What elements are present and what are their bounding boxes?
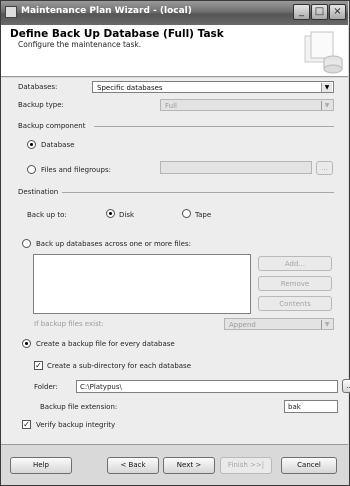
files-filegroups-field[interactable] bbox=[160, 161, 312, 174]
maximize-button[interactable]: □ bbox=[311, 4, 328, 20]
next-button[interactable]: Next > bbox=[163, 457, 215, 474]
databases-dropdown[interactable]: Specific databases ▼ bbox=[92, 81, 334, 93]
app-icon bbox=[5, 6, 17, 18]
if-files-exist-label: If backup files exist: bbox=[34, 320, 104, 328]
contents-button[interactable]: Contents bbox=[258, 296, 332, 311]
window-title: Maintenance Plan Wizard - (local) bbox=[21, 6, 192, 16]
per-database-file-label: Create a backup file for every database bbox=[36, 340, 175, 348]
section-divider bbox=[94, 126, 334, 127]
files-filegroups-radio[interactable] bbox=[27, 165, 36, 174]
backup-type-value: Full bbox=[165, 102, 177, 110]
verify-integrity-label: Verify backup integrity bbox=[36, 421, 116, 429]
minimize-button[interactable]: _ bbox=[293, 4, 310, 20]
per-database-file-radio[interactable] bbox=[22, 339, 31, 348]
database-radio[interactable] bbox=[27, 140, 36, 149]
across-files-radio[interactable] bbox=[22, 239, 31, 248]
subdirectory-checkbox[interactable]: ✓ bbox=[34, 361, 43, 370]
files-filegroups-label: Files and filegroups: bbox=[41, 166, 111, 174]
tape-radio[interactable] bbox=[182, 209, 191, 218]
section-divider bbox=[62, 192, 334, 193]
disk-radio-label: Disk bbox=[119, 211, 135, 219]
destination-heading: Destination bbox=[18, 188, 59, 196]
tape-radio-label: Tape bbox=[195, 211, 212, 219]
page-subtitle: Configure the maintenance task. bbox=[18, 40, 142, 49]
if-files-exist-value: Append bbox=[229, 321, 256, 329]
backup-files-list[interactable] bbox=[33, 254, 251, 314]
chevron-down-icon: ▼ bbox=[321, 101, 332, 110]
remove-button[interactable]: Remove bbox=[258, 276, 332, 291]
folder-value: C:\Platypus\ bbox=[80, 383, 122, 391]
databases-label: Databases: bbox=[18, 83, 58, 91]
add-button[interactable]: Add... bbox=[258, 256, 332, 271]
backup-database-icon bbox=[304, 31, 343, 74]
verify-integrity-checkbox[interactable]: ✓ bbox=[22, 420, 31, 429]
back-up-to-label: Back up to: bbox=[27, 211, 67, 219]
backup-type-dropdown[interactable]: Full ▼ bbox=[160, 99, 334, 111]
backup-type-label: Backup type: bbox=[18, 101, 64, 109]
backup-extension-field[interactable]: bak bbox=[284, 400, 338, 413]
chevron-down-icon: ▼ bbox=[321, 320, 332, 329]
folder-browse-button[interactable]: ... bbox=[342, 379, 350, 393]
finish-button[interactable]: Finish >>| bbox=[220, 457, 272, 474]
chevron-down-icon: ▼ bbox=[321, 83, 332, 92]
disk-radio[interactable] bbox=[106, 209, 115, 218]
if-files-exist-dropdown[interactable]: Append ▼ bbox=[224, 318, 334, 330]
files-browse-button[interactable]: ... bbox=[316, 161, 333, 175]
folder-field[interactable]: C:\Platypus\ bbox=[76, 380, 338, 393]
page-title: Define Back Up Database (Full) Task bbox=[10, 28, 224, 40]
cancel-button[interactable]: Cancel bbox=[281, 457, 337, 474]
subdirectory-label: Create a sub-directory for each database bbox=[47, 362, 192, 370]
back-button[interactable]: < Back bbox=[107, 457, 159, 474]
backup-component-heading: Backup component bbox=[18, 122, 86, 130]
backup-extension-label: Backup file extension: bbox=[40, 403, 118, 411]
database-radio-label: Database bbox=[41, 141, 75, 149]
help-button[interactable]: Help bbox=[10, 457, 72, 474]
folder-label: Folder: bbox=[34, 383, 58, 391]
across-files-label: Back up databases across one or more fil… bbox=[36, 240, 191, 248]
close-button[interactable]: × bbox=[329, 4, 346, 20]
databases-value: Specific databases bbox=[97, 84, 163, 92]
backup-extension-value: bak bbox=[288, 403, 301, 411]
